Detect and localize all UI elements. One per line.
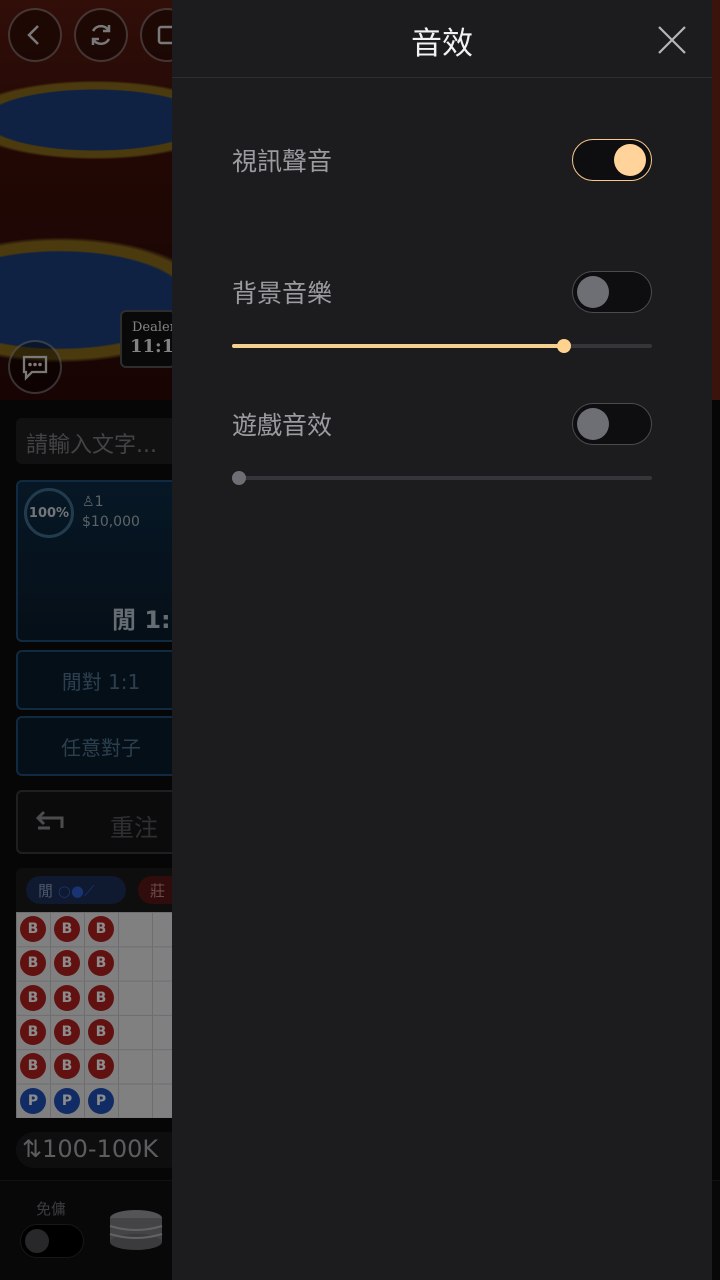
sound-settings-panel: 音效 視訊聲音 背景音樂 遊戲音效 xyxy=(172,0,712,1280)
close-icon xyxy=(658,26,686,54)
background-music-toggle[interactable] xyxy=(572,271,652,313)
background-music-label: 背景音樂 xyxy=(232,279,333,308)
close-button[interactable] xyxy=(652,20,692,60)
slider-thumb[interactable] xyxy=(557,339,571,353)
game-sound-volume-slider[interactable] xyxy=(232,468,652,488)
slider-track xyxy=(232,476,652,480)
slider-fill xyxy=(232,344,564,348)
game-sound-toggle[interactable] xyxy=(572,403,652,445)
slider-thumb[interactable] xyxy=(232,471,246,485)
panel-title: 音效 xyxy=(411,26,473,62)
app-screen: Dealer 11:10 請輸入文字... 100% ♙1 $10,000 閒 … xyxy=(0,0,720,1280)
toggle-knob xyxy=(614,144,646,176)
background-music-volume-slider[interactable] xyxy=(232,336,652,356)
video-sound-toggle[interactable] xyxy=(572,139,652,181)
panel-header: 音效 xyxy=(172,0,712,78)
video-sound-label: 視訊聲音 xyxy=(232,147,333,176)
game-sound-label: 遊戲音效 xyxy=(232,411,333,440)
toggle-knob xyxy=(577,276,609,308)
toggle-knob xyxy=(577,408,609,440)
